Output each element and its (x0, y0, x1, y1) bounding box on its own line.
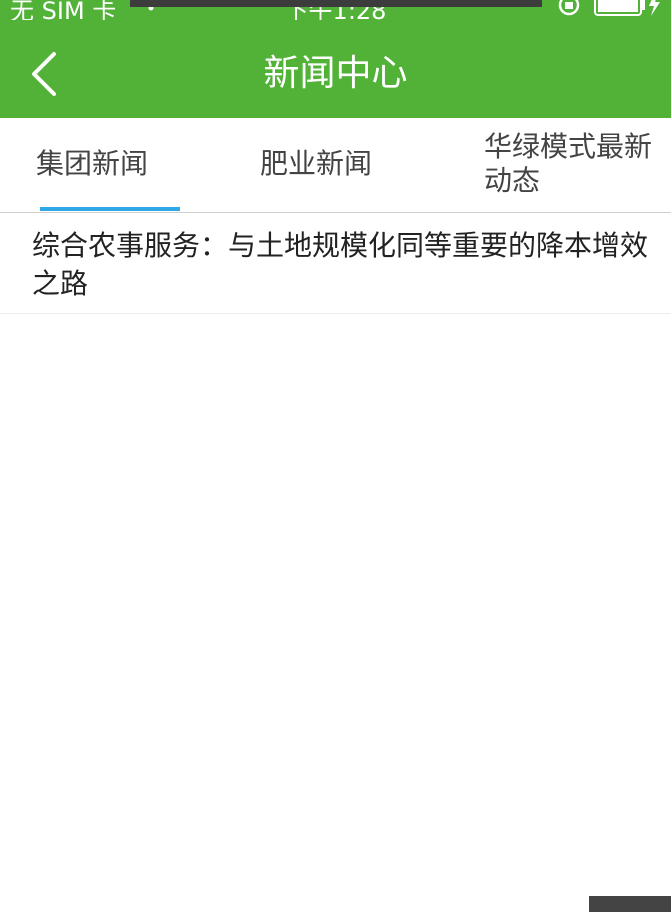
tab-label: 肥业新闻 (260, 147, 373, 180)
tab-model-updates[interactable]: 华绿模式最新动态 (444, 118, 671, 212)
status-overlay-bar (130, 0, 542, 7)
battery-charging-icon (594, 0, 664, 20)
tab-label: 集团新闻 (36, 147, 149, 180)
tab-label: 华绿模式最新动态 (484, 130, 653, 197)
tab-fertilizer-news[interactable]: 肥业新闻 (222, 118, 444, 212)
news-title: 综合农事服务：与土地规模化同等重要的降本增效之路 (32, 229, 649, 300)
page-title: 新闻中心 (263, 53, 408, 94)
list-item[interactable]: 综合农事服务：与土地规模化同等重要的降本增效之路 (0, 213, 671, 314)
tab-bar: 集团新闻 肥业新闻 华绿模式最新动态 (0, 118, 671, 213)
orientation-lock-icon (556, 0, 582, 20)
corner-overlay (589, 896, 671, 912)
tab-group-news[interactable]: 集团新闻 (0, 118, 222, 212)
active-tab-indicator (40, 207, 180, 211)
app-header: 无 SIM 卡 下午1:28 新闻中心 (0, 0, 671, 118)
